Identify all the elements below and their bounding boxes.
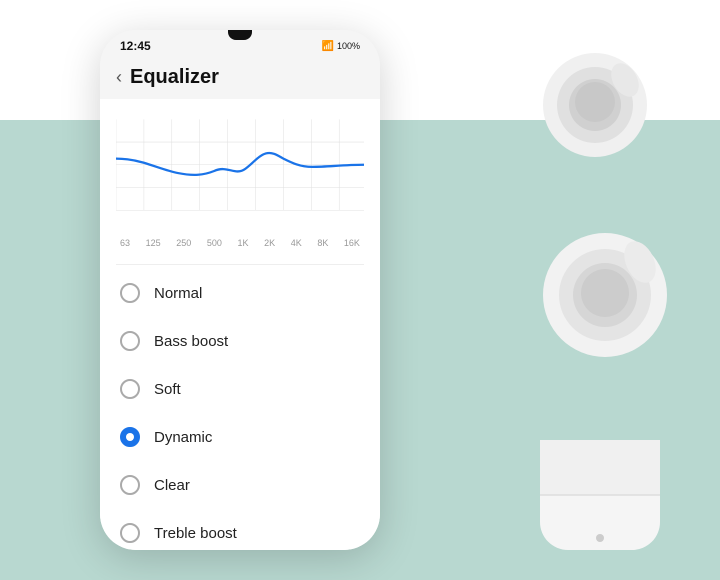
back-button[interactable]: ‹ (116, 67, 122, 88)
status-time: 12:45 (120, 39, 151, 53)
eq-label-250: 250 (176, 238, 191, 248)
earbud-middle-right-svg (530, 220, 680, 380)
option-label-soft: Soft (154, 381, 181, 398)
wifi-icon: 📶 (322, 41, 334, 52)
eq-label-125: 125 (146, 238, 161, 248)
option-dynamic[interactable]: Dynamic (100, 413, 380, 461)
app-header: ‹ Equalizer (100, 62, 380, 99)
eq-label-8k: 8K (317, 238, 328, 248)
battery-icon: 100% (337, 41, 360, 51)
eq-label-63: 63 (120, 238, 130, 248)
earbud-case-svg (530, 400, 670, 560)
page-title: Equalizer (130, 66, 219, 89)
earbud-top-right-svg (530, 40, 660, 170)
option-soft[interactable]: Soft (100, 365, 380, 413)
eq-label-2k: 2K (264, 238, 275, 248)
option-label-dynamic: Dynamic (154, 429, 212, 446)
option-clear[interactable]: Clear (100, 461, 380, 509)
radio-bass-boost[interactable] (120, 331, 140, 351)
phone-content: 63 125 250 500 1K 2K 4K 8K 16K Normal (100, 99, 380, 550)
radio-soft[interactable] (120, 379, 140, 399)
option-label-normal: Normal (154, 285, 202, 302)
option-label-clear: Clear (154, 477, 190, 494)
eq-label-500: 500 (207, 238, 222, 248)
earbud-top-right (530, 40, 660, 170)
radio-normal[interactable] (120, 283, 140, 303)
status-bar: 12:45 📶 100% (100, 30, 380, 62)
earbud-case (530, 400, 670, 560)
option-label-bass-boost: Bass boost (154, 333, 228, 350)
radio-clear[interactable] (120, 475, 140, 495)
phone: 12:45 📶 100% ‹ Equalizer (100, 30, 380, 550)
eq-chart (116, 111, 364, 231)
notch (228, 30, 252, 40)
eq-label-1k: 1K (237, 238, 248, 248)
radio-dynamic-inner (126, 433, 134, 441)
option-label-treble-boost: Treble boost (154, 525, 237, 542)
option-bass-boost[interactable]: Bass boost (100, 317, 380, 365)
option-treble-boost[interactable]: Treble boost (100, 509, 380, 550)
eq-chart-container: 63 125 250 500 1K 2K 4K 8K 16K (100, 99, 380, 264)
eq-label-4k: 4K (291, 238, 302, 248)
options-list: Normal Bass boost Soft Dynamic (100, 265, 380, 550)
scene: 12:45 📶 100% ‹ Equalizer (0, 0, 720, 580)
radio-treble-boost[interactable] (120, 523, 140, 543)
eq-label-16k: 16K (344, 238, 360, 248)
eq-labels: 63 125 250 500 1K 2K 4K 8K 16K (116, 236, 364, 248)
radio-dynamic[interactable] (120, 427, 140, 447)
status-icons: 📶 100% (322, 41, 360, 52)
earbud-middle-right (530, 220, 680, 380)
option-normal[interactable]: Normal (100, 269, 380, 317)
